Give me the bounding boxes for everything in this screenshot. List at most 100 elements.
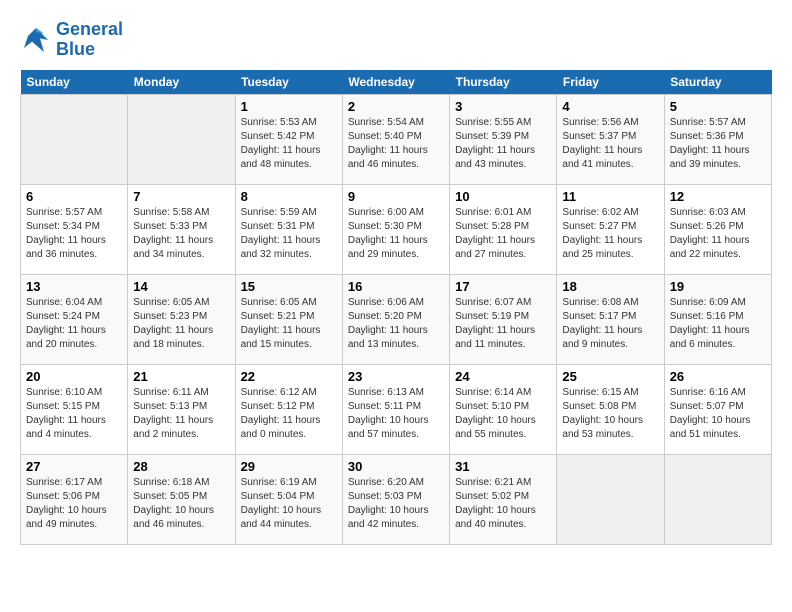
calendar-cell: 5Sunrise: 5:57 AM Sunset: 5:36 PM Daylig… (664, 94, 771, 184)
day-info: Sunrise: 6:04 AM Sunset: 5:24 PM Dayligh… (26, 296, 122, 352)
calendar-week-row: 20 Sunrise: 6:10 AM Sunset: 5:15 PM Dayli… (21, 364, 772, 454)
day-number: 21 (133, 369, 229, 384)
day-info: Sunrise: 6:17 AM Sunset: 5:06 PM Dayligh… (26, 476, 122, 532)
day-number: 30 (348, 459, 444, 474)
day-number: 20 (26, 369, 122, 384)
day-info: Sunrise: 5:59 AM Sunset: 5:31 PM Dayligh… (241, 206, 337, 262)
calendar-cell: 14 Sunrise: 6:05 AM Sunset: 5:23 PM Dayli… (128, 274, 235, 364)
day-number: 14 (133, 279, 229, 294)
day-number: 7 (133, 189, 229, 204)
calendar-cell: 25 Sunrise: 6:15 AM Sunset: 5:08 PM Dayli… (557, 364, 664, 454)
calendar-cell: 20 Sunrise: 6:10 AM Sunset: 5:15 PM Dayli… (21, 364, 128, 454)
day-info: Sunrise: 6:02 AM Sunset: 5:27 PM Dayligh… (562, 206, 658, 262)
day-info: Sunrise: 5:58 AM Sunset: 5:33 PM Dayligh… (133, 206, 229, 262)
day-info: Sunrise: 6:14 AM Sunset: 5:10 PM Dayligh… (455, 386, 551, 442)
calendar-week-row: 27 Sunrise: 6:17 AM Sunset: 5:06 PM Dayli… (21, 454, 772, 544)
logo-icon (20, 24, 52, 56)
calendar-cell: 1 Sunrise: 5:53 AM Sunset: 5:42 PM Daylig… (235, 94, 342, 184)
day-number: 12 (670, 189, 766, 204)
weekday-header: Friday (557, 70, 664, 95)
day-number: 2 (348, 99, 444, 114)
calendar-table: SundayMondayTuesdayWednesdayThursdayFrid… (20, 70, 772, 545)
weekday-header: Thursday (450, 70, 557, 95)
calendar-cell: 13 Sunrise: 6:04 AM Sunset: 5:24 PM Dayli… (21, 274, 128, 364)
day-info: Sunrise: 6:20 AM Sunset: 5:03 PM Dayligh… (348, 476, 444, 532)
day-number: 31 (455, 459, 551, 474)
calendar-week-row: 6Sunrise: 5:57 AM Sunset: 5:34 PM Daylig… (21, 184, 772, 274)
calendar-cell (664, 454, 771, 544)
weekday-header: Monday (128, 70, 235, 95)
page-header: General Blue (20, 20, 772, 60)
logo-text: General Blue (56, 20, 123, 60)
calendar-cell: 4 Sunrise: 5:56 AM Sunset: 5:37 PM Daylig… (557, 94, 664, 184)
calendar-cell: 27 Sunrise: 6:17 AM Sunset: 5:06 PM Dayli… (21, 454, 128, 544)
calendar-week-row: 1 Sunrise: 5:53 AM Sunset: 5:42 PM Daylig… (21, 94, 772, 184)
day-info: Sunrise: 6:18 AM Sunset: 5:05 PM Dayligh… (133, 476, 229, 532)
day-number: 23 (348, 369, 444, 384)
calendar-cell: 24 Sunrise: 6:14 AM Sunset: 5:10 PM Dayli… (450, 364, 557, 454)
day-number: 16 (348, 279, 444, 294)
day-number: 19 (670, 279, 766, 294)
day-info: Sunrise: 5:57 AM Sunset: 5:36 PM Dayligh… (670, 116, 766, 172)
day-info: Sunrise: 6:11 AM Sunset: 5:13 PM Dayligh… (133, 386, 229, 442)
day-info: Sunrise: 6:07 AM Sunset: 5:19 PM Dayligh… (455, 296, 551, 352)
day-info: Sunrise: 6:19 AM Sunset: 5:04 PM Dayligh… (241, 476, 337, 532)
weekday-header: Wednesday (342, 70, 449, 95)
logo: General Blue (20, 20, 123, 60)
day-number: 24 (455, 369, 551, 384)
calendar-cell (128, 94, 235, 184)
calendar-cell: 29 Sunrise: 6:19 AM Sunset: 5:04 PM Dayli… (235, 454, 342, 544)
calendar-cell: 31 Sunrise: 6:21 AM Sunset: 5:02 PM Dayli… (450, 454, 557, 544)
weekday-header: Sunday (21, 70, 128, 95)
day-number: 26 (670, 369, 766, 384)
day-info: Sunrise: 5:54 AM Sunset: 5:40 PM Dayligh… (348, 116, 444, 172)
day-info: Sunrise: 5:56 AM Sunset: 5:37 PM Dayligh… (562, 116, 658, 172)
day-number: 9 (348, 189, 444, 204)
day-number: 27 (26, 459, 122, 474)
calendar-cell: 3Sunrise: 5:55 AM Sunset: 5:39 PM Daylig… (450, 94, 557, 184)
day-info: Sunrise: 6:13 AM Sunset: 5:11 PM Dayligh… (348, 386, 444, 442)
calendar-cell: 8 Sunrise: 5:59 AM Sunset: 5:31 PM Daylig… (235, 184, 342, 274)
day-number: 13 (26, 279, 122, 294)
day-info: Sunrise: 5:53 AM Sunset: 5:42 PM Dayligh… (241, 116, 337, 172)
calendar-cell: 9 Sunrise: 6:00 AM Sunset: 5:30 PM Daylig… (342, 184, 449, 274)
calendar-cell: 18Sunrise: 6:08 AM Sunset: 5:17 PM Dayli… (557, 274, 664, 364)
calendar-cell: 22 Sunrise: 6:12 AM Sunset: 5:12 PM Dayli… (235, 364, 342, 454)
calendar-cell: 21 Sunrise: 6:11 AM Sunset: 5:13 PM Dayli… (128, 364, 235, 454)
weekday-header-row: SundayMondayTuesdayWednesdayThursdayFrid… (21, 70, 772, 95)
calendar-cell: 15Sunrise: 6:05 AM Sunset: 5:21 PM Dayli… (235, 274, 342, 364)
day-number: 6 (26, 189, 122, 204)
calendar-cell: 28Sunrise: 6:18 AM Sunset: 5:05 PM Dayli… (128, 454, 235, 544)
calendar-cell: 2 Sunrise: 5:54 AM Sunset: 5:40 PM Daylig… (342, 94, 449, 184)
day-info: Sunrise: 6:08 AM Sunset: 5:17 PM Dayligh… (562, 296, 658, 352)
calendar-cell (557, 454, 664, 544)
day-number: 1 (241, 99, 337, 114)
day-info: Sunrise: 6:09 AM Sunset: 5:16 PM Dayligh… (670, 296, 766, 352)
day-info: Sunrise: 6:03 AM Sunset: 5:26 PM Dayligh… (670, 206, 766, 262)
day-info: Sunrise: 6:21 AM Sunset: 5:02 PM Dayligh… (455, 476, 551, 532)
day-info: Sunrise: 6:10 AM Sunset: 5:15 PM Dayligh… (26, 386, 122, 442)
day-number: 10 (455, 189, 551, 204)
calendar-cell: 19 Sunrise: 6:09 AM Sunset: 5:16 PM Dayli… (664, 274, 771, 364)
calendar-cell: 7 Sunrise: 5:58 AM Sunset: 5:33 PM Daylig… (128, 184, 235, 274)
day-info: Sunrise: 6:05 AM Sunset: 5:21 PM Dayligh… (241, 296, 337, 352)
day-info: Sunrise: 6:05 AM Sunset: 5:23 PM Dayligh… (133, 296, 229, 352)
day-info: Sunrise: 6:06 AM Sunset: 5:20 PM Dayligh… (348, 296, 444, 352)
calendar-cell: 17Sunrise: 6:07 AM Sunset: 5:19 PM Dayli… (450, 274, 557, 364)
day-number: 22 (241, 369, 337, 384)
day-info: Sunrise: 6:00 AM Sunset: 5:30 PM Dayligh… (348, 206, 444, 262)
day-number: 8 (241, 189, 337, 204)
calendar-cell: 16 Sunrise: 6:06 AM Sunset: 5:20 PM Dayli… (342, 274, 449, 364)
calendar-cell: 12 Sunrise: 6:03 AM Sunset: 5:26 PM Dayli… (664, 184, 771, 274)
calendar-cell: 6Sunrise: 5:57 AM Sunset: 5:34 PM Daylig… (21, 184, 128, 274)
day-info: Sunrise: 6:12 AM Sunset: 5:12 PM Dayligh… (241, 386, 337, 442)
day-info: Sunrise: 6:15 AM Sunset: 5:08 PM Dayligh… (562, 386, 658, 442)
day-number: 29 (241, 459, 337, 474)
calendar-cell: 11Sunrise: 6:02 AM Sunset: 5:27 PM Dayli… (557, 184, 664, 274)
calendar-cell: 10Sunrise: 6:01 AM Sunset: 5:28 PM Dayli… (450, 184, 557, 274)
day-number: 25 (562, 369, 658, 384)
calendar-week-row: 13 Sunrise: 6:04 AM Sunset: 5:24 PM Dayli… (21, 274, 772, 364)
calendar-cell: 23 Sunrise: 6:13 AM Sunset: 5:11 PM Dayli… (342, 364, 449, 454)
day-number: 4 (562, 99, 658, 114)
weekday-header: Tuesday (235, 70, 342, 95)
